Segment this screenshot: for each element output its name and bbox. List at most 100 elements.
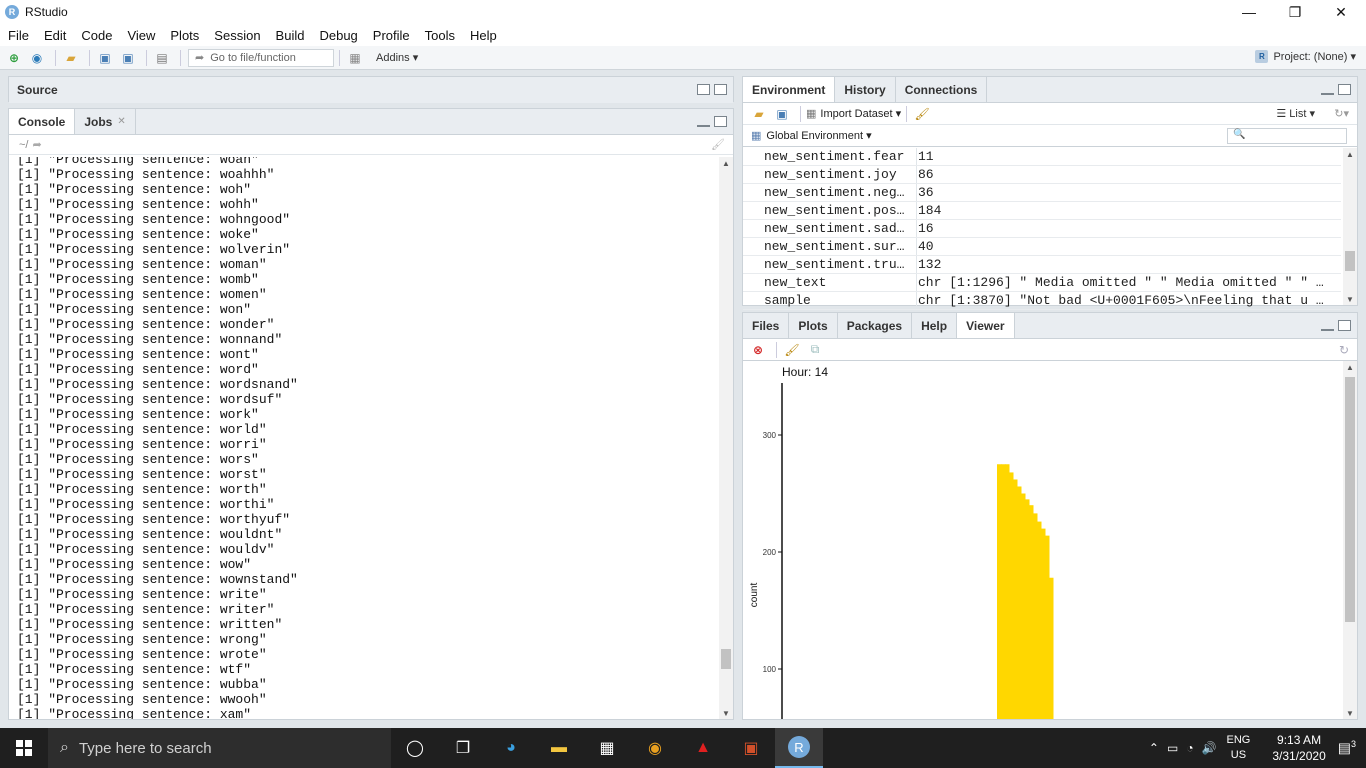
table-row[interactable]: sample chr [1:3870] "Not bad <U+0001F605>… (743, 292, 1341, 310)
scroll-down-icon[interactable]: ▼ (719, 707, 733, 719)
restore-pane-icon[interactable] (697, 84, 710, 95)
grid-layout-icon[interactable]: ▦ (345, 49, 365, 67)
acrobat-icon[interactable]: ▲ (679, 728, 727, 768)
console-output[interactable]: [1] "Processing sentence: woah" [1] "Pro… (9, 157, 719, 719)
scroll-down-icon[interactable]: ▼ (1343, 293, 1357, 305)
volume-icon[interactable]: 🔊 (1202, 741, 1217, 755)
table-row[interactable]: new_sentiment.tru… 132 (743, 256, 1341, 274)
print-icon[interactable]: ▤ (152, 49, 172, 67)
addins-menu[interactable]: Addins ▾ (376, 51, 418, 64)
task-view-icon[interactable]: ❐ (439, 728, 487, 768)
minimize-pane-icon[interactable] (1321, 327, 1334, 331)
close-tab-icon[interactable]: ✕ (117, 116, 125, 127)
network-icon[interactable]: ▭ (1167, 741, 1178, 755)
store-icon[interactable]: ▦ (583, 728, 631, 768)
tab-viewer[interactable]: Viewer (957, 313, 1015, 338)
scope-selector[interactable]: Global Environment ▾ (766, 129, 871, 142)
restore-pane-icon[interactable] (714, 116, 727, 127)
menu-profile[interactable]: Profile (373, 28, 410, 43)
working-directory-path[interactable]: ~/ (19, 139, 28, 151)
maximize-button[interactable]: ❐ (1272, 0, 1318, 24)
menu-session[interactable]: Session (214, 28, 260, 43)
tab-packages[interactable]: Packages (838, 313, 913, 338)
scroll-up-icon[interactable]: ▲ (1343, 361, 1357, 373)
new-file-icon[interactable]: ⊕ (4, 49, 24, 67)
tab-history[interactable]: History (835, 77, 896, 102)
save-workspace-icon[interactable]: ▣ (772, 105, 792, 123)
environment-scroll-thumb[interactable] (1345, 251, 1355, 271)
file-explorer-icon[interactable]: ▬ (535, 728, 583, 768)
chrome-icon[interactable]: ◉ (631, 728, 679, 768)
close-button[interactable]: ✕ (1318, 0, 1364, 24)
environment-search-input[interactable]: 🔍 (1227, 128, 1347, 144)
tab-help[interactable]: Help (912, 313, 958, 338)
table-row[interactable]: new_sentiment.joy 86 (743, 166, 1341, 184)
refresh-icon[interactable]: ↻ (1339, 343, 1349, 357)
viewer-scrollbar[interactable]: ▲ ▼ (1343, 361, 1357, 719)
clock[interactable]: 9:13 AM 3/31/2020 (1272, 732, 1325, 764)
import-dataset-button[interactable]: ▦ Import Dataset ▾ (806, 107, 901, 121)
clear-console-icon[interactable]: 🖌 (711, 138, 725, 151)
notification-center-icon[interactable]: ▤3 (1338, 739, 1356, 757)
scroll-up-icon[interactable]: ▲ (719, 157, 733, 169)
new-project-icon[interactable]: ◉ (27, 49, 47, 67)
tab-connections[interactable]: Connections (896, 77, 988, 102)
load-workspace-icon[interactable]: ▰ (749, 105, 769, 123)
cortana-icon[interactable]: ◯ (391, 728, 439, 768)
show-hidden-icons-icon[interactable]: ⌃ (1149, 741, 1159, 755)
save-all-icon[interactable]: ▣ (118, 49, 138, 67)
powerpoint-icon[interactable]: ▣ (727, 728, 775, 768)
open-file-icon[interactable]: ▰ (61, 49, 81, 67)
y-tick-label: 100 (763, 665, 777, 674)
menu-file[interactable]: File (8, 28, 29, 43)
edge-icon[interactable]: ◕ (487, 728, 535, 768)
menu-build[interactable]: Build (276, 28, 305, 43)
table-row[interactable]: new_text chr [1:1296] " Media omitted " "… (743, 274, 1341, 292)
table-row[interactable]: new_sentiment.fear 11 (743, 148, 1341, 166)
wifi-icon[interactable]: ◔ (1186, 741, 1193, 755)
go-to-directory-icon[interactable]: ➦ (32, 138, 41, 151)
tab-environment[interactable]: Environment (743, 77, 836, 102)
console-scrollbar[interactable]: ▲ ▼ (719, 157, 733, 719)
minimize-button[interactable]: — (1226, 0, 1272, 24)
language-indicator[interactable]: ENG US (1227, 733, 1251, 763)
viewer-scroll-thumb[interactable] (1345, 377, 1355, 622)
table-row[interactable]: new_sentiment.sad… 16 (743, 220, 1341, 238)
save-icon[interactable]: ▣ (95, 49, 115, 67)
broom-clear-icon[interactable]: 🖌 (782, 341, 802, 359)
minimize-pane-icon[interactable] (1321, 91, 1334, 95)
show-in-window-icon[interactable]: ⧉ (805, 341, 825, 359)
maximize-pane-icon[interactable] (1338, 320, 1351, 331)
menu-code[interactable]: Code (81, 28, 112, 43)
console-scroll-thumb[interactable] (721, 649, 731, 669)
list-view-menu[interactable]: ☰ List ▾ (1276, 107, 1315, 120)
menu-view[interactable]: View (127, 28, 155, 43)
scroll-down-icon[interactable]: ▼ (1343, 707, 1357, 719)
maximize-pane-icon[interactable] (714, 84, 727, 95)
tab-jobs[interactable]: Jobs ✕ (75, 109, 136, 134)
table-row[interactable]: new_sentiment.neg… 36 (743, 184, 1341, 202)
maximize-pane-icon[interactable] (1338, 84, 1351, 95)
menu-plots[interactable]: Plots (170, 28, 199, 43)
broom-clear-icon[interactable]: 🖌 (912, 105, 932, 123)
tab-files[interactable]: Files (743, 313, 790, 338)
table-row[interactable]: new_sentiment.sur… 40 (743, 238, 1341, 256)
menu-help[interactable]: Help (470, 28, 497, 43)
menu-tools[interactable]: Tools (425, 28, 455, 43)
environment-scrollbar[interactable]: ▲ ▼ (1343, 148, 1357, 305)
menu-edit[interactable]: Edit (44, 28, 66, 43)
start-button[interactable] (0, 728, 48, 768)
stop-icon[interactable]: ⊗ (748, 341, 768, 359)
goto-file-function-input[interactable]: ➦ Go to file/function (188, 48, 334, 67)
minimize-pane-icon[interactable] (697, 123, 710, 127)
scroll-up-icon[interactable]: ▲ (1343, 148, 1357, 160)
variable-value: 16 (918, 221, 934, 236)
rstudio-taskbar-icon[interactable]: R (775, 728, 823, 768)
tab-console[interactable]: Console (9, 109, 76, 134)
menu-debug[interactable]: Debug (319, 28, 357, 43)
project-menu[interactable]: R Project: (None) ▾ (1255, 50, 1356, 63)
taskbar-search-box[interactable]: ⌕ Type here to search (48, 728, 391, 768)
table-row[interactable]: new_sentiment.pos… 184 (743, 202, 1341, 220)
refresh-icon[interactable]: ↻▾ (1334, 107, 1349, 120)
tab-plots[interactable]: Plots (789, 313, 838, 338)
